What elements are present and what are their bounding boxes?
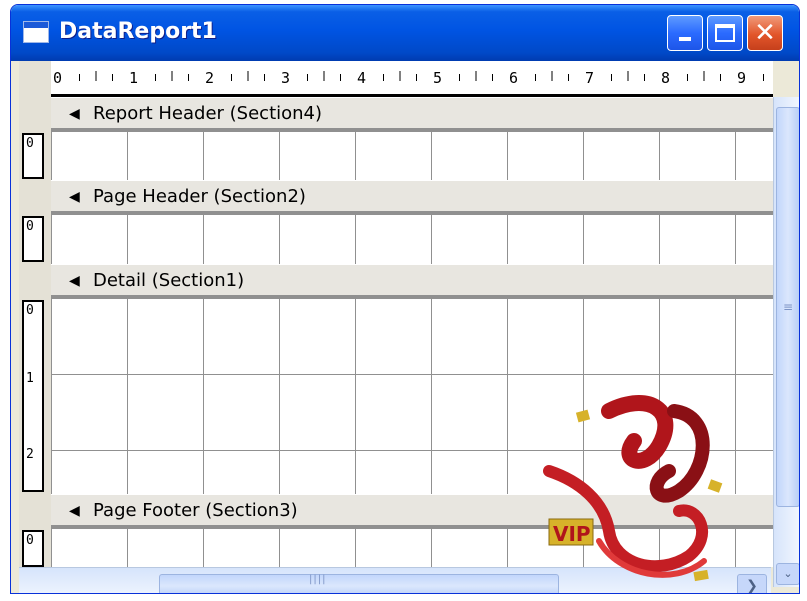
window-title: DataReport1: [59, 19, 217, 44]
ruler-digit: 4: [357, 69, 366, 87]
minimize-icon: [679, 37, 691, 41]
section-collapse-arrow-icon[interactable]: ◀: [69, 189, 80, 205]
chevron-right-icon: ❯: [746, 578, 758, 594]
section-collapse-arrow-icon[interactable]: ◀: [69, 503, 80, 519]
vertical-ruler-detail: 0 1 2: [22, 300, 44, 492]
section-grid-page-header[interactable]: [51, 214, 773, 264]
grip-icon: ≡: [783, 300, 794, 314]
minimize-button[interactable]: [667, 15, 703, 51]
scroll-down-button[interactable]: ⌄: [776, 563, 799, 585]
close-button[interactable]: ✕: [747, 15, 783, 51]
ruler-digit: 6: [509, 69, 518, 87]
title-bar[interactable]: DataReport1 ✕: [11, 5, 799, 61]
section-label: Report Header (Section4): [93, 103, 323, 124]
section-band-detail[interactable]: ◀ Detail (Section1): [51, 264, 773, 298]
section-collapse-arrow-icon[interactable]: ◀: [69, 273, 80, 289]
maximize-icon: [715, 24, 735, 42]
ruler-digit: 3: [281, 69, 290, 87]
report-designer: 0 1 2 3 4 5 6 7 8 9 ◀ Report Header (Section4) 0 …: [19, 61, 799, 594]
section-label: Page Header (Section2): [93, 186, 306, 207]
vertical-scrollbar[interactable]: ≡ ⌄: [773, 97, 799, 587]
vertical-scroll-thumb[interactable]: ≡: [776, 107, 799, 507]
window-app-icon[interactable]: [23, 21, 49, 43]
vertical-ruler-report-header: 0: [22, 133, 44, 179]
grip-icon: ||||: [309, 574, 327, 585]
section-label: Detail (Section1): [93, 270, 245, 291]
ruler-digit: 0: [53, 69, 62, 87]
vertical-ruler-page-footer: 0: [22, 530, 44, 567]
ruler-digit: 5: [433, 69, 442, 87]
report-window: DataReport1 ✕ 0 1 2 3 4 5 6 7 8 9 ◀ Report Header…: [10, 4, 800, 594]
section-grid-report-header[interactable]: [51, 131, 773, 180]
chevron-down-icon: ⌄: [783, 567, 793, 580]
close-icon: ✕: [754, 18, 776, 48]
section-collapse-arrow-icon[interactable]: ◀: [69, 106, 80, 122]
section-band-report-header[interactable]: ◀ Report Header (Section4): [51, 97, 773, 131]
ruler-digit: 9: [737, 69, 746, 87]
ruler-digit: 1: [129, 69, 138, 87]
ruler-ticks: 0 1 2 3 4 5 6 7 8 9: [53, 69, 764, 87]
maximize-button[interactable]: [707, 15, 743, 51]
horizontal-scroll-thumb[interactable]: [159, 574, 559, 593]
vertical-ruler-page-header: 0: [22, 216, 44, 262]
watermark-text: VIP: [553, 522, 591, 546]
horizontal-ruler: 0 1 2 3 4 5 6 7 8 9: [51, 61, 773, 97]
ruler-digit: 2: [205, 69, 214, 87]
ruler-digit: 8: [661, 69, 670, 87]
ruler-corner: [19, 61, 52, 97]
scroll-right-button[interactable]: ❯: [737, 574, 767, 594]
section-label: Page Footer (Section3): [93, 500, 298, 521]
vip-watermark-logo: VIP: [543, 395, 723, 582]
ruler-digit: 7: [585, 69, 594, 87]
section-band-page-header[interactable]: ◀ Page Header (Section2): [51, 180, 773, 214]
